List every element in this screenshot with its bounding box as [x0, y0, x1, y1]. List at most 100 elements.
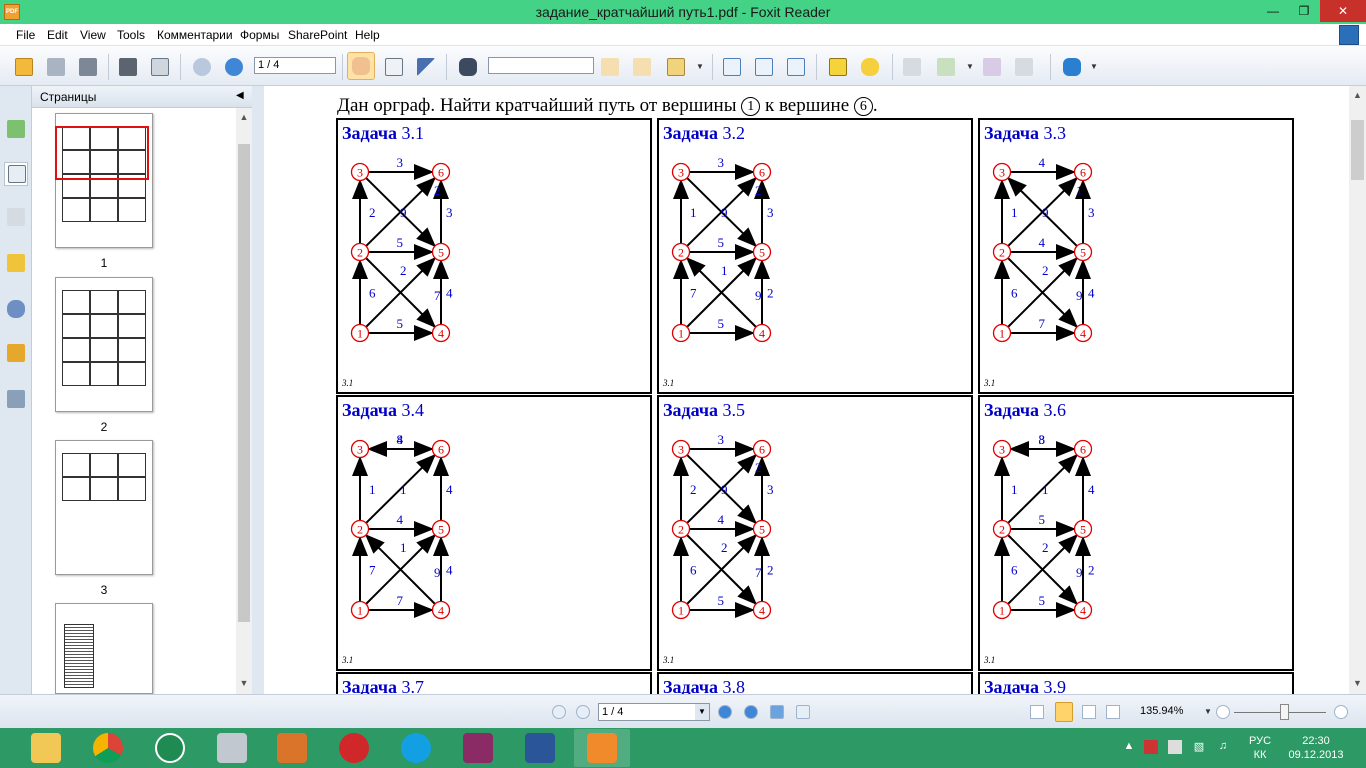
minimize-button[interactable]: — [1258, 0, 1288, 22]
taskbar-word[interactable] [512, 729, 568, 767]
continuous-facing-view-button[interactable] [1106, 705, 1120, 719]
facing-view-button[interactable] [1082, 705, 1096, 719]
find-input[interactable] [488, 57, 594, 74]
close-button[interactable]: ✕ [1320, 0, 1366, 22]
hand-tool-button[interactable] [347, 52, 375, 80]
previous-page-button[interactable] [190, 56, 214, 78]
actual-size-button[interactable] [720, 56, 744, 78]
status-page-input[interactable]: 1 / 4 ▼ [598, 703, 710, 721]
document-scroll-thumb[interactable] [1351, 120, 1364, 180]
select-tool-button[interactable] [414, 56, 438, 78]
open-button[interactable] [12, 56, 36, 78]
document-scrollbar[interactable]: ▲ ▼ [1349, 86, 1366, 694]
taskbar-skype[interactable] [388, 729, 444, 767]
taskbar-bank[interactable] [326, 729, 382, 767]
taskbar-foxit[interactable] [574, 729, 630, 767]
pdf-export-icon [983, 58, 1001, 76]
last-page-button[interactable] [744, 705, 758, 719]
menu-help[interactable]: Help [355, 28, 380, 42]
find-previous-icon [601, 58, 619, 76]
page-thumbnail[interactable] [55, 440, 153, 575]
scroll-up-icon[interactable]: ▲ [236, 112, 252, 122]
current-view-indicator[interactable] [55, 126, 149, 180]
select-text-button[interactable] [382, 56, 406, 78]
forward-view-button[interactable] [796, 705, 810, 719]
pdf-convert-button[interactable] [934, 56, 958, 78]
maximize-button[interactable]: ❐ [1290, 0, 1318, 22]
comments-tab[interactable] [4, 252, 28, 276]
back-view-button[interactable] [770, 705, 784, 719]
menu-sharepoint[interactable]: SharePoint [288, 28, 347, 42]
fit-width-button[interactable] [784, 56, 808, 78]
tray-volume-icon[interactable]: ♫ [1216, 740, 1230, 754]
save-all-button[interactable] [76, 56, 100, 78]
page-thumbnail[interactable] [55, 277, 153, 412]
security-tab[interactable] [4, 342, 28, 366]
tray-expand-icon[interactable]: ▲ [1122, 740, 1136, 754]
find-next-icon [633, 58, 651, 76]
print-button[interactable] [116, 56, 140, 78]
edge-weight: 1 [369, 482, 376, 497]
thumbnails-scroll-thumb[interactable] [238, 144, 250, 622]
scroll-down-icon[interactable]: ▼ [1349, 678, 1366, 688]
page-thumbnail[interactable] [55, 603, 153, 694]
save-button[interactable] [44, 56, 68, 78]
tray-device-icon[interactable] [1168, 740, 1182, 754]
zoom-level[interactable]: 135.94% [1140, 705, 1183, 717]
taskbar-mail-agent[interactable] [142, 729, 198, 767]
find-next-button[interactable] [630, 56, 654, 78]
tray-signal-icon[interactable]: ▧ [1192, 740, 1206, 754]
taskbar-app[interactable] [264, 729, 320, 767]
find-previous-button[interactable] [598, 56, 622, 78]
scroll-down-icon[interactable]: ▼ [236, 678, 252, 688]
continuous-view-button[interactable] [1055, 702, 1073, 722]
signatures-tab[interactable] [4, 388, 28, 412]
find-button[interactable] [456, 56, 480, 78]
taskbar-explorer[interactable] [18, 729, 74, 767]
pdf-export-button[interactable] [980, 56, 1004, 78]
menu-file[interactable]: File [16, 28, 35, 42]
system-clock[interactable]: 22:30 09.12.2013 [1286, 734, 1346, 762]
main-toolbar: ▼ ▼ ▼ [0, 46, 1366, 86]
zoom-in-button[interactable] [1334, 705, 1348, 719]
panel-divider[interactable] [252, 86, 264, 694]
typewriter-button[interactable] [826, 56, 850, 78]
layers-tab[interactable] [4, 206, 28, 230]
tray-antivirus-icon[interactable] [1144, 740, 1158, 754]
pages-tab[interactable] [4, 162, 28, 186]
next-page-button[interactable] [718, 705, 732, 719]
chevron-down-icon[interactable]: ▼ [695, 704, 709, 720]
search-options-button[interactable] [664, 56, 688, 78]
attachments-tab[interactable] [4, 298, 28, 322]
menu-view[interactable]: View [80, 28, 106, 42]
email-button[interactable] [148, 56, 172, 78]
menu-forms[interactable]: Формы [240, 28, 279, 42]
chevron-down-icon[interactable]: ▼ [966, 62, 974, 71]
menu-tools[interactable]: Tools [117, 28, 145, 42]
next-page-button[interactable] [222, 56, 246, 78]
taskbar-tool[interactable] [204, 729, 260, 767]
menu-edit[interactable]: Edit [47, 28, 68, 42]
restore-window-icon[interactable] [1339, 25, 1359, 45]
chevron-down-icon[interactable]: ▼ [1204, 707, 1212, 716]
connected-pdf-button[interactable] [1060, 56, 1084, 78]
first-page-button[interactable] [552, 705, 566, 719]
zoom-slider-thumb[interactable] [1280, 704, 1289, 720]
menu-comments[interactable]: Комментарии [157, 28, 233, 42]
pdf-combine-button[interactable] [1012, 56, 1036, 78]
single-page-view-button[interactable] [1030, 705, 1044, 719]
chevron-down-icon[interactable]: ▼ [696, 62, 704, 71]
previous-page-button[interactable] [576, 705, 590, 719]
scroll-up-icon[interactable]: ▲ [1349, 90, 1366, 100]
language-indicator[interactable]: РУС КК [1246, 734, 1274, 762]
zoom-out-button[interactable] [1216, 705, 1230, 719]
taskbar-winrar[interactable] [450, 729, 506, 767]
chevron-down-icon[interactable]: ▼ [1090, 62, 1098, 71]
pdf-create-button[interactable] [900, 56, 924, 78]
fit-page-button[interactable] [752, 56, 776, 78]
taskbar-chrome[interactable] [80, 729, 136, 767]
bookmarks-tab[interactable] [4, 118, 28, 142]
collapse-icon[interactable]: ◀ [236, 90, 244, 101]
page-number-input[interactable]: 1 / 4 [254, 57, 336, 74]
note-button[interactable] [858, 56, 882, 78]
